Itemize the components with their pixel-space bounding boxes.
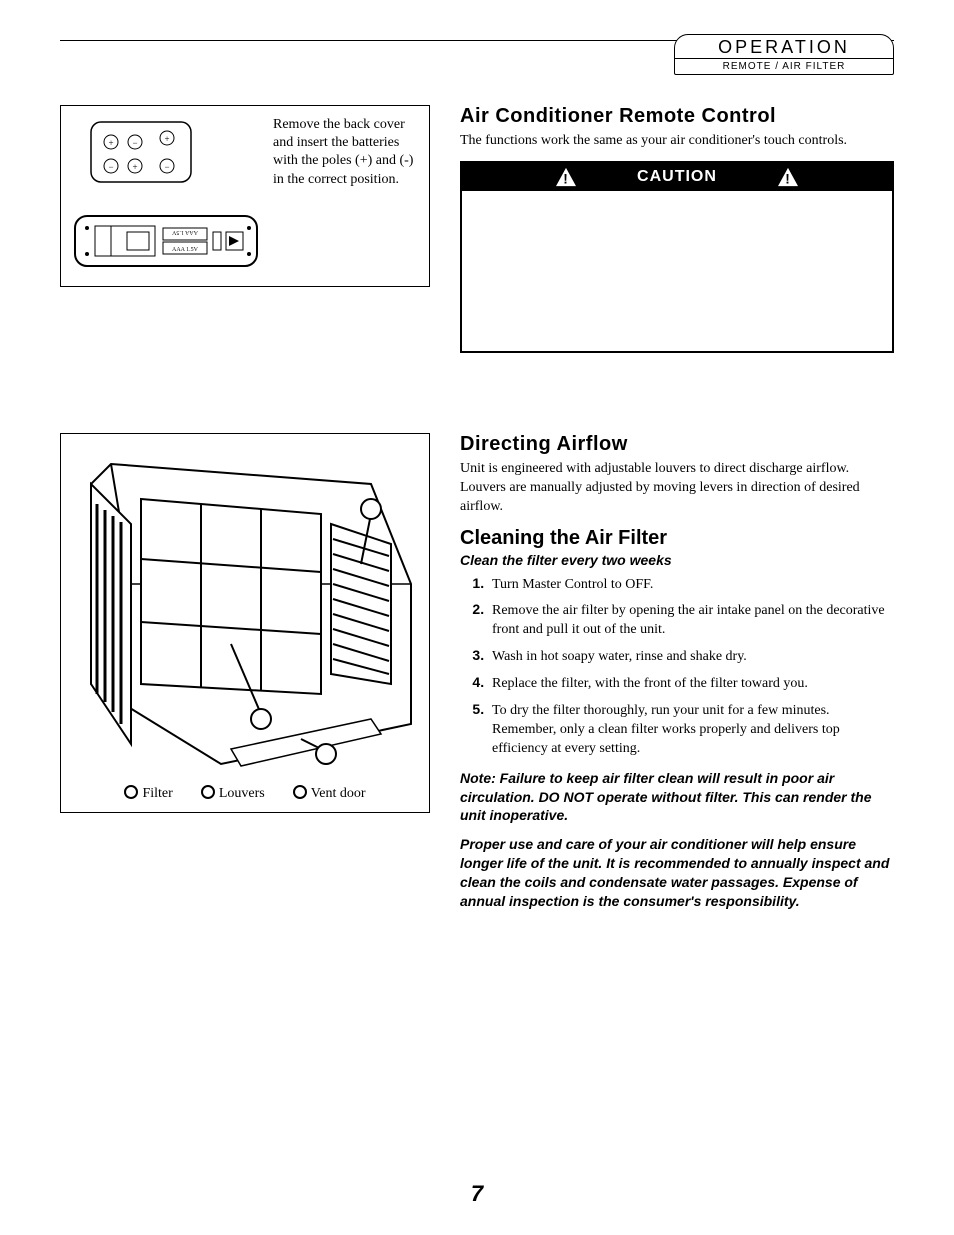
cleaning-steps: Turn Master Control to OFF. Remove the a… <box>488 574 894 759</box>
caution-label: CAUTION <box>637 168 717 186</box>
directing-airflow-body: Unit is engineered with adjustable louve… <box>460 460 894 517</box>
warning-icon: ! <box>555 167 577 187</box>
svg-text:−: − <box>108 162 113 172</box>
figure-legend: Filter Louvers Vent door <box>71 779 419 802</box>
svg-text:−: − <box>164 162 169 172</box>
filter-note-2: Proper use and care of your air conditio… <box>460 835 894 911</box>
svg-text:+: + <box>108 138 113 148</box>
svg-text:!: ! <box>563 171 568 186</box>
remote-caption: Remove the back cover and insert the bat… <box>273 116 419 189</box>
caution-box: ! CAUTION ! <box>460 161 894 353</box>
warning-icon: ! <box>777 167 799 187</box>
unit-illustration <box>71 444 419 774</box>
left-column: + − + − + − <box>60 105 430 353</box>
header-title: OPERATION <box>675 35 893 58</box>
remote-illustration: + − + − + − <box>71 116 261 276</box>
header-tag: OPERATION REMOTE / AIR FILTER <box>674 34 894 75</box>
svg-text:AAA 1.5V: AAA 1.5V <box>171 229 198 235</box>
cleaning-filter-heading: Cleaning the Air Filter <box>460 527 894 550</box>
upper-row: + − + − + − <box>60 81 894 353</box>
step-3: Wash in hot soapy water, rinse and shake… <box>488 646 894 667</box>
legend-ventdoor: Vent door <box>293 785 366 802</box>
svg-text:!: ! <box>785 171 790 186</box>
remote-control-intro: The functions work the same as your air … <box>460 132 894 151</box>
right-column-upper: Air Conditioner Remote Control The funct… <box>460 105 894 353</box>
legend-filter: Filter <box>124 785 172 802</box>
page-number: 7 <box>0 1181 954 1207</box>
caution-body <box>462 191 892 351</box>
step-5: To dry the filter thoroughly, run your u… <box>488 700 894 759</box>
header-subtitle: REMOTE / AIR FILTER <box>675 58 893 74</box>
lower-row: Filter Louvers Vent door Directing Airfl… <box>60 433 894 921</box>
legend-louvers: Louvers <box>201 785 265 802</box>
remote-control-heading: Air Conditioner Remote Control <box>460 105 894 128</box>
right-column-lower: Directing Airflow Unit is engineered wit… <box>460 433 894 921</box>
filter-note-1: Note: Failure to keep air filter clean w… <box>460 769 894 826</box>
left-column-lower: Filter Louvers Vent door <box>60 433 430 921</box>
svg-text:−: − <box>132 138 137 148</box>
svg-text:AAA 1.5V: AAA 1.5V <box>172 247 199 253</box>
svg-text:+: + <box>164 134 169 144</box>
step-2: Remove the air filter by opening the air… <box>488 600 894 640</box>
step-4: Replace the filter, with the front of th… <box>488 673 894 694</box>
step-1: Turn Master Control to OFF. <box>488 574 894 595</box>
directing-airflow-heading: Directing Airflow <box>460 433 894 456</box>
remote-battery-figure: + − + − + − <box>60 105 430 287</box>
cleaning-filter-sub: Clean the filter every two weeks <box>460 552 894 568</box>
air-filter-figure: Filter Louvers Vent door <box>60 433 430 813</box>
caution-header: ! CAUTION ! <box>462 163 892 191</box>
svg-text:+: + <box>132 162 137 172</box>
